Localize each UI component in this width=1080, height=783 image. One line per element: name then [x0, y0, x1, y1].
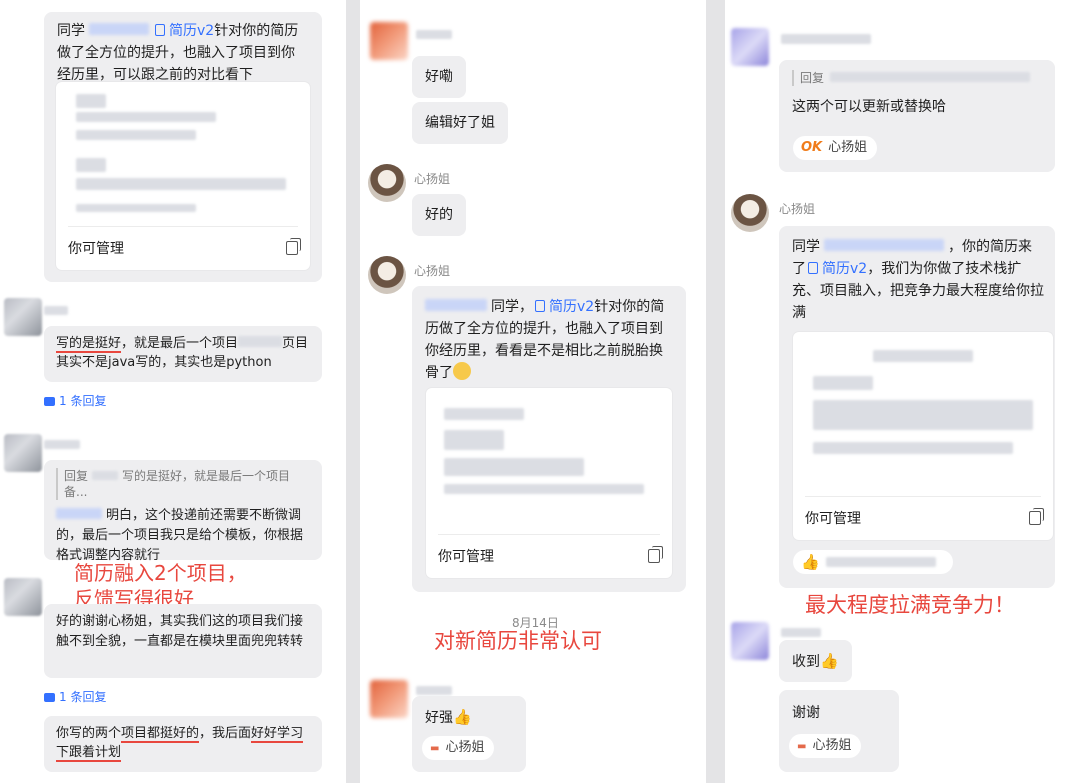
copy-icon[interactable]: [648, 546, 663, 563]
sender-name: 心扬姐: [414, 172, 451, 186]
reply-quote[interactable]: 回复: [792, 70, 1042, 86]
card-footer-label: 你可管理: [438, 549, 494, 565]
message-bubble: 回复 写的是挺好，就是最后一个项目备... 明白，这个投递前还需要不断微调的，最后…: [44, 460, 322, 563]
card-footer-label: 你可管理: [805, 511, 861, 527]
reply-quote[interactable]: 回复 写的是挺好，就是最后一个项目备...: [56, 468, 310, 500]
avatar[interactable]: [731, 28, 769, 66]
message-bubble: 写的是挺好，就是最后一个项目 页目其实不是java写的，其实也是python: [44, 326, 322, 382]
avatar[interactable]: [370, 680, 408, 718]
message-bubble: 收到👍: [779, 640, 852, 682]
avatar[interactable]: [731, 622, 769, 660]
thumbs-up-icon: 👍: [453, 708, 472, 726]
reaction-icon: ▬: [797, 741, 807, 752]
doc-icon: [535, 300, 545, 312]
sender-name: 心扬姐: [779, 202, 816, 216]
doc-card[interactable]: 你可管理: [793, 332, 1053, 540]
message-bubble: 好强👍 ▬ 心扬姐: [412, 696, 526, 772]
message-bubble: 你写的两个项目都挺好的，我后面好好学习下跟着计划: [44, 716, 322, 772]
underlined-text: 写的是挺好: [56, 336, 122, 353]
thumbs-up-icon: 👍: [801, 553, 820, 571]
ok-reaction-icon: OK: [801, 140, 823, 155]
reply-count-link[interactable]: 1 条回复: [44, 688, 106, 705]
avatar[interactable]: [4, 578, 42, 616]
message-bubble: 谢谢 ▬ 心扬姐: [779, 690, 899, 772]
reaction-chip[interactable]: OK 心扬姐: [793, 136, 878, 160]
message-bubble: 编辑好了姐: [412, 102, 508, 144]
avatar[interactable]: [4, 434, 42, 472]
doc-card[interactable]: 你可管理: [426, 388, 672, 578]
comment-icon: [44, 693, 55, 702]
annotation-text: 最大程度拉满竞争力！: [805, 593, 1015, 617]
doc-card[interactable]: 你可管理: [56, 82, 310, 270]
avatar[interactable]: [370, 22, 408, 60]
avatar[interactable]: [368, 164, 406, 202]
chat-panel-right: 回复 这两个可以更新或替换哈 OK 心扬姐 心扬姐 同学 ，你的简历来了 简历v2，我…: [725, 0, 1080, 783]
avatar[interactable]: [368, 256, 406, 294]
card-footer-label: 你可管理: [68, 241, 124, 257]
comment-icon: [44, 397, 55, 406]
avatar[interactable]: [731, 194, 769, 232]
message-bubble: 好的谢谢心杨姐，其实我们这的项目我们接触不到全貌，一直都是在模块里面兜兜转转: [44, 604, 322, 678]
message-bubble: 好的: [412, 194, 466, 236]
message-text: 同学: [57, 23, 85, 39]
thumbs-up-icon: 👍: [820, 652, 839, 670]
copy-icon[interactable]: [286, 238, 301, 255]
message-bubble: 同学 ，你的简历来了 简历v2，我们为你做了技术栈扩充、项目融入，把竞争力最大程度给…: [779, 226, 1055, 588]
doc-link[interactable]: 简历v2: [806, 261, 867, 277]
annotation-text: 对新简历非常认可: [434, 629, 602, 653]
reply-count-link[interactable]: 1 条回复: [44, 392, 106, 409]
copy-icon[interactable]: [1029, 508, 1044, 525]
doc-icon: [808, 262, 818, 274]
message-bubble: 同学 简历v2针对你的简历做了全方位的提升，也融入了项目到你经历里，可以跟之前的对…: [44, 12, 322, 282]
message-bubble: 同学， 简历v2针对你的简历做了全方位的提升，也融入了项目到你经历里，看看是不是相…: [412, 286, 686, 592]
reaction-chip[interactable]: ▬ 心扬姐: [422, 736, 495, 760]
thinking-emoji-icon: [453, 362, 471, 380]
reaction-chip[interactable]: ▬ 心扬姐: [789, 734, 862, 758]
message-bubble: 回复 这两个可以更新或替换哈 OK 心扬姐: [779, 60, 1055, 172]
doc-icon: [155, 24, 165, 36]
doc-link[interactable]: 简历v2: [153, 23, 214, 39]
sender-name: 心扬姐: [414, 264, 451, 278]
doc-link[interactable]: 简历v2: [533, 299, 594, 315]
reaction-chip[interactable]: 👍: [793, 550, 953, 574]
reaction-icon: ▬: [430, 743, 440, 754]
chat-panel-left: 同学 简历v2针对你的简历做了全方位的提升，也融入了项目到你经历里，可以跟之前的对…: [0, 0, 346, 783]
chat-panel-middle: 好嘞 编辑好了姐 心扬姐 好的 心扬姐 同学， 简历v2针对你的简历做了全方位的提…: [360, 0, 706, 783]
message-bubble: 好嘞: [412, 56, 466, 98]
avatar[interactable]: [4, 298, 42, 336]
